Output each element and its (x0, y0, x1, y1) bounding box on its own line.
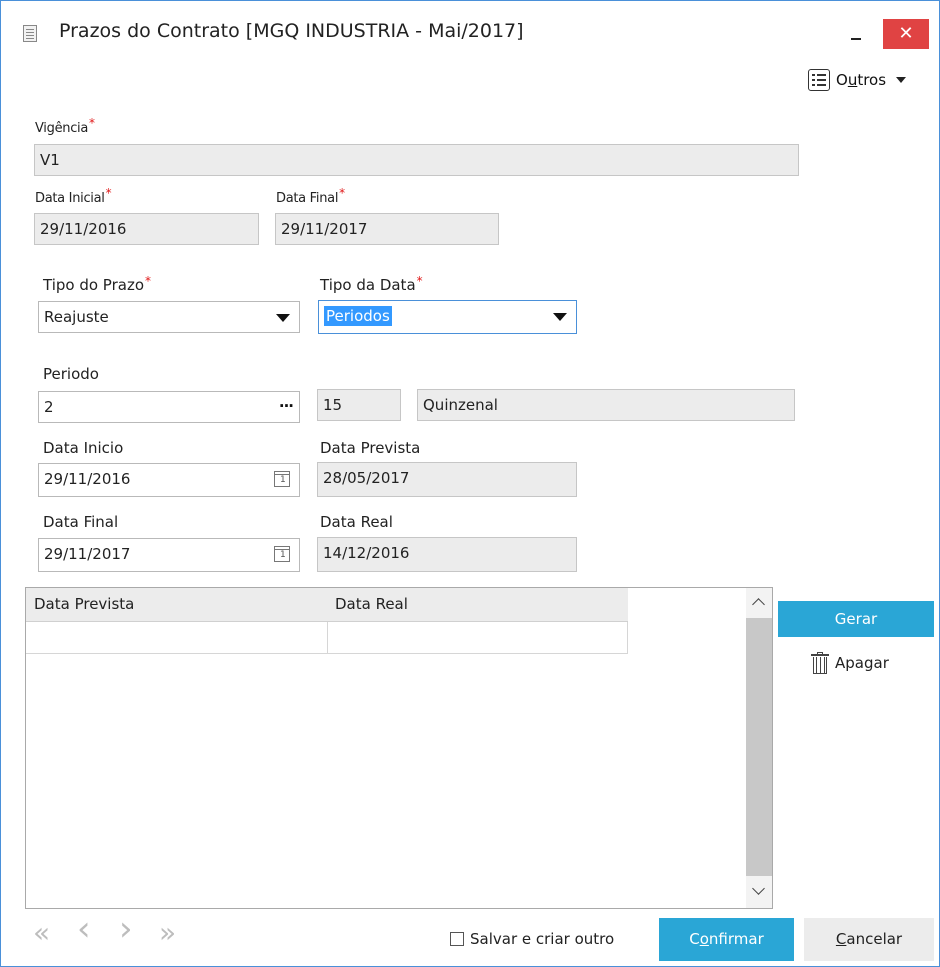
tipo-data-select[interactable]: Periodos (318, 300, 577, 334)
data-prevista-label: Data Prevista (320, 439, 421, 457)
periodo-value: 2 (44, 398, 54, 416)
calendar-icon[interactable] (274, 471, 290, 487)
confirmar-button[interactable]: Confirmar (659, 918, 794, 961)
salvar-criar-outro-label: Salvar e criar outro (470, 930, 615, 948)
apagar-button[interactable]: Apagar (811, 652, 889, 674)
periodo-days-field: 15 (317, 389, 401, 421)
data-prevista-field: 28/05/2017 (317, 462, 577, 497)
salvar-criar-outro-option[interactable]: Salvar e criar outro (450, 930, 614, 948)
list-icon (808, 69, 830, 91)
grid-header: Data Prevista Data Real (26, 588, 628, 622)
periodo-lookup-button[interactable]: ··· (279, 391, 294, 421)
data-inicial-label: Data Inicial* (35, 186, 112, 206)
previous-page-icon[interactable]: ‹ (77, 912, 91, 946)
periodo-input[interactable]: 2 ··· (38, 391, 300, 423)
vigencia-field: V1 (34, 144, 799, 176)
tipo-prazo-label: Tipo do Prazo* (43, 274, 151, 294)
vigencia-label: Vigência* (35, 116, 95, 136)
data-inicio-value: 29/11/2016 (44, 470, 131, 488)
minimize-button[interactable] (839, 21, 873, 45)
calendar-icon[interactable] (274, 546, 290, 562)
scroll-down-icon[interactable] (746, 880, 772, 906)
last-page-icon[interactable]: » (159, 919, 176, 947)
dialog-window: Prazos do Contrato [MGQ INDUSTRIA - Mai/… (0, 0, 940, 967)
data-inicio-label: Data Inicio (43, 439, 124, 457)
column-divider (327, 622, 328, 654)
window-title: Prazos do Contrato [MGQ INDUSTRIA - Mai/… (59, 20, 524, 42)
scroll-thumb[interactable] (746, 618, 772, 876)
salvar-criar-outro-checkbox[interactable] (450, 932, 464, 946)
outros-label: Outros (836, 71, 887, 89)
data-final-label: Data Final (43, 513, 119, 531)
caret-down-icon (896, 77, 907, 83)
first-page-icon[interactable]: « (33, 919, 50, 947)
data-final-value: 29/11/2017 (44, 545, 131, 563)
table-row[interactable] (26, 622, 628, 654)
column-header-data-real[interactable]: Data Real (335, 595, 408, 613)
dropdown-arrow-icon (553, 313, 567, 321)
title-bar: Prazos do Contrato [MGQ INDUSTRIA - Mai/… (1, 1, 939, 63)
data-final-input[interactable]: 29/11/2017 (38, 538, 300, 572)
cancelar-button[interactable]: Cancelar (804, 918, 934, 961)
data-final-contrato-label: Data Final* (276, 186, 345, 206)
tipo-prazo-select[interactable]: Reajuste (38, 301, 300, 333)
gerar-button[interactable]: Gerar (778, 601, 934, 637)
close-button[interactable]: ✕ (883, 19, 929, 49)
tipo-data-label: Tipo da Data* (320, 274, 423, 294)
document-icon (23, 25, 37, 42)
periodo-description-field: Quinzenal (417, 389, 795, 421)
data-real-label: Data Real (320, 513, 393, 531)
tipo-prazo-value: Reajuste (44, 308, 109, 326)
trash-icon (811, 652, 829, 674)
scroll-up-icon[interactable] (746, 590, 772, 616)
data-inicio-input[interactable]: 29/11/2016 (38, 463, 300, 497)
column-header-data-prevista[interactable]: Data Prevista (34, 595, 134, 613)
prazos-grid[interactable]: Data Prevista Data Real (25, 587, 773, 909)
outros-menu-button[interactable]: Outros (808, 67, 907, 93)
vertical-scrollbar[interactable] (746, 588, 772, 908)
apagar-label: Apagar (835, 654, 889, 672)
tipo-data-value: Periodos (324, 306, 392, 326)
periodo-label: Periodo (43, 365, 99, 383)
dropdown-arrow-icon (276, 314, 290, 322)
data-real-field: 14/12/2016 (317, 537, 577, 572)
next-page-icon[interactable]: › (119, 912, 133, 946)
data-inicial-field: 29/11/2016 (34, 213, 259, 245)
data-final-contrato-field: 29/11/2017 (275, 213, 499, 245)
